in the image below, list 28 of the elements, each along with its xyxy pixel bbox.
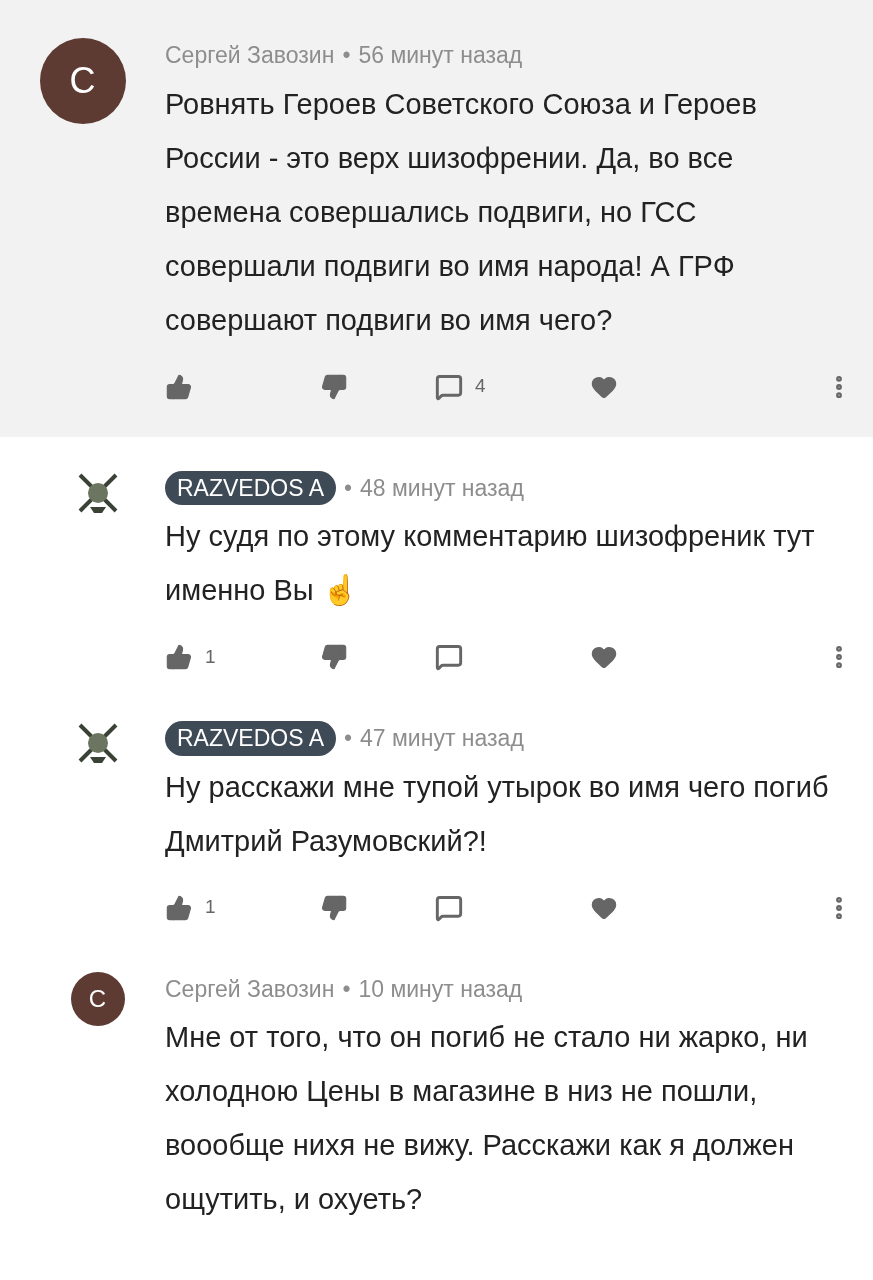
separator-dot: • bbox=[342, 41, 351, 70]
reply-icon[interactable] bbox=[435, 643, 463, 671]
like-icon[interactable] bbox=[165, 893, 193, 922]
separator-dot: • bbox=[342, 974, 351, 1004]
comment-text: Мне от того, что он погиб не стало ни жарко, ни холодною Цены в магазине в низ не пошли, воообще нихя не вижу. Расскажи как я должен ощутить, и охуеть? bbox=[165, 1020, 809, 1217]
comment-text: Ровнять Героев Советского Союза и Героев России - это верх шизофрении. Да, во все времена совершались подвиги, но ГСС совершали подвиги во имя народа! А ГРФ совершают подвиги во имя чего? bbox=[165, 86, 758, 338]
like-icon[interactable] bbox=[165, 372, 193, 401]
like-count: 1 bbox=[205, 644, 216, 669]
avatar: С bbox=[70, 971, 125, 1026]
author-badge[interactable]: RAZVEDOS A bbox=[165, 721, 336, 756]
comment-time: 10 минут назад bbox=[358, 974, 523, 1004]
dislike-icon[interactable] bbox=[320, 643, 348, 671]
comment-text: Ну расскажи мне тупой утырок во имя чего погиб Дмитрий Разумовский?! bbox=[165, 769, 830, 859]
comment-time: 47 минут назад bbox=[360, 724, 524, 753]
author-badge[interactable]: RAZVEDOS A bbox=[165, 470, 336, 505]
comment-time: 56 минут назад bbox=[358, 41, 523, 70]
comment-text: Ну судя по этому комментарию шизофреник тут именно Вы ☝ bbox=[165, 519, 816, 608]
separator-dot: • bbox=[344, 724, 353, 753]
separator-dot: • bbox=[344, 473, 353, 503]
like-count: 1 bbox=[205, 895, 216, 920]
reply-icon[interactable] bbox=[435, 893, 463, 922]
dislike-icon[interactable] bbox=[320, 372, 348, 401]
reply-count: 4 bbox=[475, 374, 486, 399]
reply-icon[interactable] bbox=[435, 372, 463, 401]
dislike-icon[interactable] bbox=[320, 893, 348, 922]
like-icon[interactable] bbox=[165, 643, 193, 671]
comment-time: 48 минут назад bbox=[360, 473, 524, 503]
avatar: С bbox=[39, 38, 126, 124]
